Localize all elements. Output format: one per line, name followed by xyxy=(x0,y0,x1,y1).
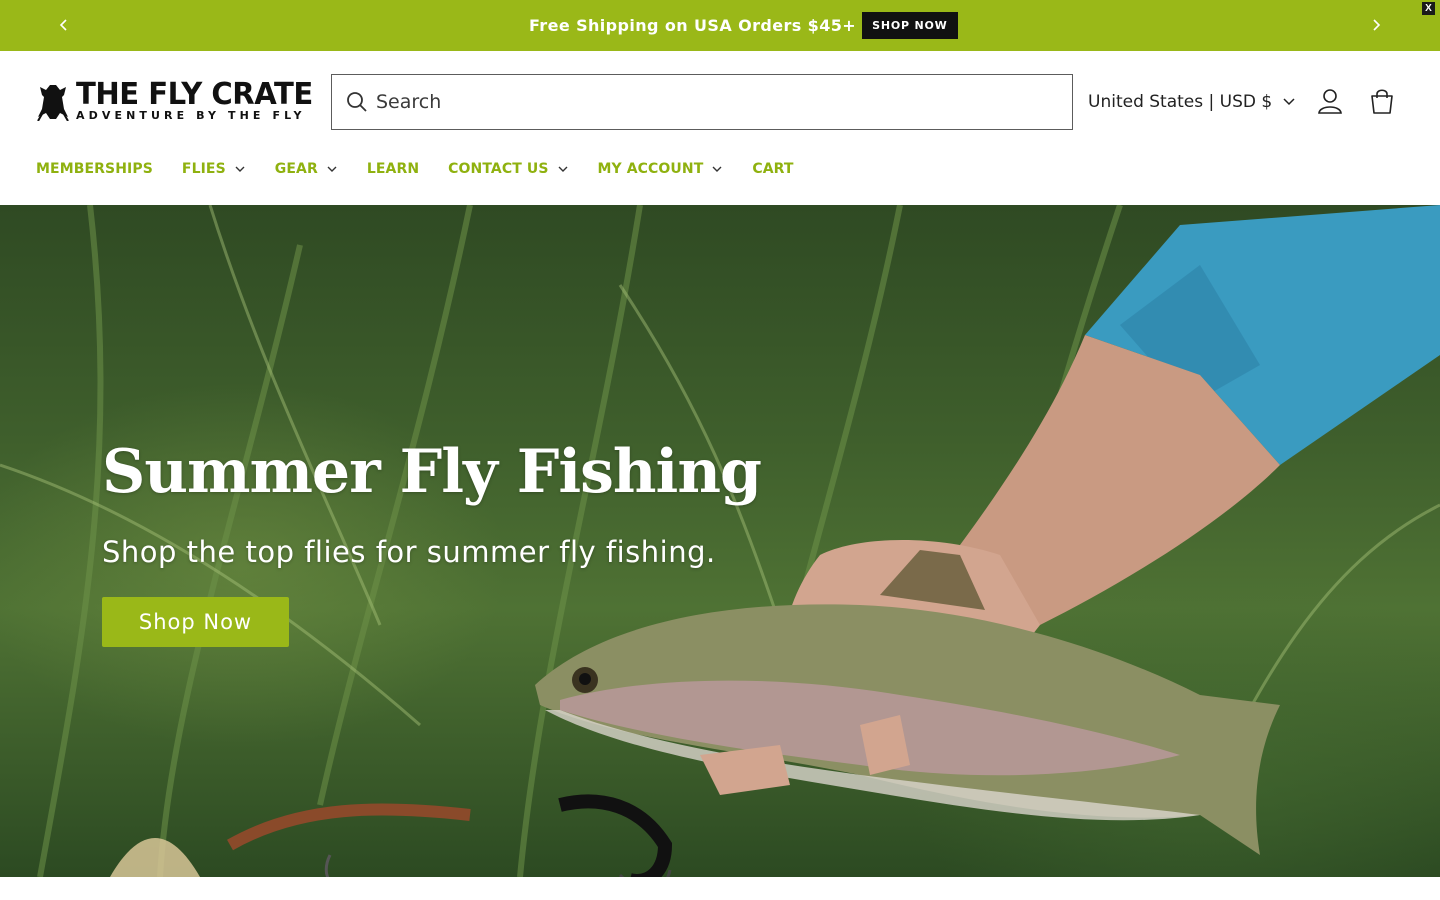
user-icon[interactable] xyxy=(1315,86,1345,116)
nav-item-my-account[interactable]: MY ACCOUNT xyxy=(598,161,724,177)
nav-label: LEARN xyxy=(366,161,420,177)
below-hero-strip xyxy=(0,877,1440,900)
chevron-down-icon xyxy=(235,166,245,172)
announcement-next-button[interactable] xyxy=(1364,12,1388,38)
announcement-shop-now-button[interactable]: SHOP NOW xyxy=(862,11,958,39)
site-logo[interactable]: THE FLY CRATE ADVENTURE BY THE FLY xyxy=(36,79,322,123)
announcement-prev-button[interactable] xyxy=(52,12,76,38)
logo-text: THE FLY CRATE ADVENTURE BY THE FLY xyxy=(76,80,320,122)
fly-crate-logo-icon xyxy=(37,85,69,121)
announcement-close-button[interactable]: X xyxy=(1422,2,1435,15)
nav-item-contact-us[interactable]: CONTACT US xyxy=(448,161,568,177)
country-currency-selector[interactable]: United States | USD $ xyxy=(1088,88,1296,116)
search-input[interactable] xyxy=(376,75,1056,129)
nav-item-learn[interactable]: LEARN xyxy=(367,161,419,177)
chevron-down-icon xyxy=(712,166,722,172)
nav-label: CART xyxy=(752,161,794,177)
nav-item-gear[interactable]: GEAR xyxy=(275,161,338,177)
nav-item-cart[interactable]: CART xyxy=(752,161,793,177)
nav-item-flies[interactable]: FLIES xyxy=(182,161,246,177)
chevron-down-icon xyxy=(558,166,567,172)
hero-subtitle: Shop the top flies for summer fly fishin… xyxy=(102,535,716,569)
nav-label: MY ACCOUNT xyxy=(597,161,704,177)
nav-label: FLIES xyxy=(181,161,226,177)
search-bar[interactable] xyxy=(331,74,1073,130)
nav-item-memberships[interactable]: MEMBERSHIPS xyxy=(36,161,153,177)
hero-banner: Summer Fly Fishing Shop the top flies fo… xyxy=(0,205,1440,877)
nav-label: GEAR xyxy=(274,161,318,177)
announcement-bar: Free Shipping on USA Orders $45+ SHOP NO… xyxy=(0,0,1440,51)
logo-title: THE FLY CRATE xyxy=(76,77,313,112)
chevron-down-icon xyxy=(1283,98,1295,106)
chevron-right-icon xyxy=(1373,19,1381,31)
chevron-down-icon xyxy=(327,166,337,172)
search-icon xyxy=(347,92,367,112)
chevron-left-icon xyxy=(59,19,67,31)
nav-label: CONTACT US xyxy=(448,161,549,177)
hero-shop-now-button[interactable]: Shop Now xyxy=(102,597,289,647)
announcement-message-group: Free Shipping on USA Orders $45+ SHOP NO… xyxy=(529,11,958,39)
shopping-bag-icon[interactable] xyxy=(1367,86,1397,116)
main-navigation: MEMBERSHIPS FLIES GEAR LEARN CONTACT US … xyxy=(36,156,823,182)
hero-title: Summer Fly Fishing xyxy=(102,437,762,507)
nav-label: MEMBERSHIPS xyxy=(36,161,153,177)
announcement-message: Free Shipping on USA Orders $45+ xyxy=(529,15,857,35)
locale-label: United States | USD $ xyxy=(1088,92,1273,112)
